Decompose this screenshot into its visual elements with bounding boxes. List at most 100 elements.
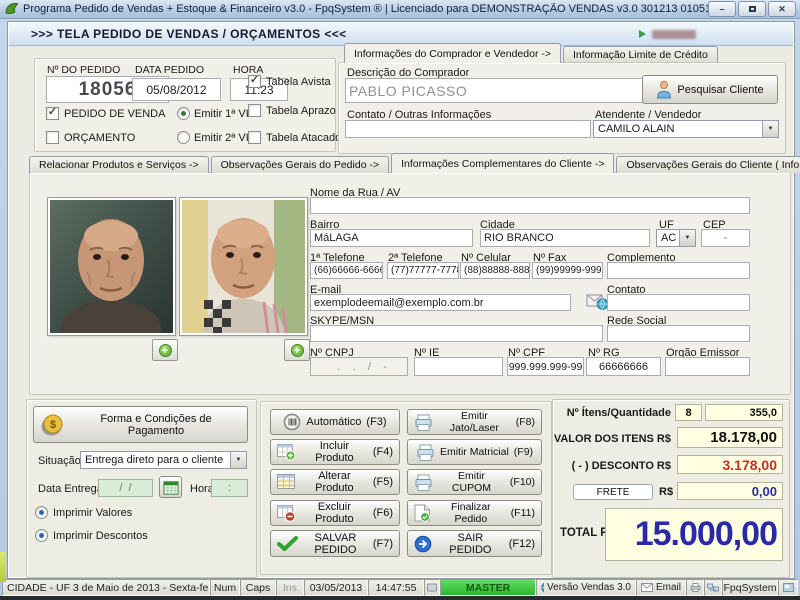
check-icon: ✓ — [249, 74, 260, 86]
title-bar: Programa Pedido de Vendas + Estoque & Fi… — [0, 0, 800, 19]
incluir-produto-button[interactable]: Incluir Produto (F4) — [270, 439, 400, 465]
add-photo-1-button[interactable]: + — [152, 339, 178, 361]
cidade-field[interactable]: RIO BRANCO — [480, 229, 650, 247]
send-email-icon[interactable] — [586, 291, 609, 314]
svg-text:$: $ — [50, 419, 56, 431]
status-location: CIDADE - UF 3 de Maio de 2013 - Sexta-fe… — [2, 579, 210, 596]
imprimir-valores-radio[interactable] — [35, 506, 48, 519]
order-date-field[interactable]: 05/08/2012 — [132, 78, 221, 101]
page-title: >>> TELA PEDIDO DE VENDAS / ORÇAMENTOS <… — [31, 27, 347, 41]
tabela-avista-checkbox[interactable]: ✓ — [248, 75, 261, 88]
status-user-badge: MASTER — [440, 579, 536, 596]
atendente-dropdown[interactable]: CAMILO ALAIN ▼ — [593, 120, 779, 138]
itens-qty-value: 355,0 — [705, 404, 783, 421]
client-photo-2[interactable] — [179, 197, 308, 336]
contato-outras-field[interactable] — [345, 120, 591, 138]
uf-dropdown[interactable]: AC ▼ — [656, 229, 696, 247]
emitir-1via-label: Emitir 1ª VIA — [194, 108, 257, 120]
rede-social-field[interactable] — [607, 325, 750, 342]
emitir-matricial-button[interactable]: Emitir Matricial (F9) — [407, 439, 542, 465]
tabela-aprazo-checkbox[interactable] — [248, 104, 261, 117]
ie-field[interactable] — [414, 357, 503, 376]
contato-field[interactable] — [607, 294, 750, 311]
emitir-jato-laser-button[interactable]: Emitir Jato/Laser (F8) — [407, 409, 542, 435]
order-number-label: Nº DO PEDIDO — [47, 64, 121, 76]
alterar-produto-label: Alterar Produto — [315, 470, 354, 494]
app-logo-icon — [4, 1, 19, 18]
itens-quantidade-label: Nº Ítens/Quantidade — [566, 407, 671, 419]
tab-observacoes-cliente[interactable]: Observações Gerais do Cliente ( Informaç… — [616, 156, 800, 173]
finalizar-pedido-key: (F11) — [510, 507, 535, 519]
document-check-icon — [414, 504, 431, 522]
telefone2-field[interactable]: (77)77777-7778 — [387, 262, 459, 279]
imprimir-descontos-radio[interactable] — [35, 529, 48, 542]
bairro-field[interactable]: MáLAGA — [310, 229, 473, 247]
tabela-atacado-checkbox[interactable] — [248, 131, 261, 144]
order-date-label: DATA PEDIDO — [135, 64, 205, 76]
status-app-icon — [778, 579, 798, 596]
orcamento-checkbox[interactable] — [46, 131, 59, 144]
tab-informacoes-comprador[interactable]: Informações do Comprador e Vendedor -> — [344, 43, 561, 63]
emitir-2via-label: Emitir 2ª VIA — [194, 132, 257, 144]
forma-pagamento-button[interactable]: $ Forma e Condições de Pagamento — [33, 406, 248, 443]
tab-observacoes-pedido[interactable]: Observações Gerais do Pedido -> — [210, 156, 390, 173]
rua-field[interactable] — [310, 197, 750, 214]
calendar-button[interactable] — [159, 476, 182, 498]
emitir-1via-radio[interactable] — [177, 107, 190, 120]
email-field[interactable]: exemplodeemail@exemplo.com.br — [310, 294, 571, 311]
minimize-button[interactable]: – — [708, 1, 736, 17]
cpf-field[interactable]: 999.999.999-99 — [507, 357, 584, 376]
status-network-icon[interactable] — [704, 579, 722, 596]
automatico-label: Automático — [306, 416, 362, 428]
finalizar-pedido-button[interactable]: Finalizar Pedido (F11) — [407, 500, 542, 526]
finalizar-pedido-label: Finalizar Pedido — [451, 501, 491, 525]
cnpj-field[interactable]: . . / - — [310, 357, 408, 376]
buyer-tabstrip: Informações do Comprador e Vendedor -> I… — [344, 43, 720, 63]
status-email[interactable]: Email — [636, 579, 686, 596]
excluir-produto-button[interactable]: Excluir Produto (F6) — [270, 500, 400, 526]
complemento-field[interactable] — [607, 262, 750, 279]
add-photo-2-button[interactable]: + — [284, 339, 310, 361]
alterar-produto-button[interactable]: Alterar Produto (F5) — [270, 469, 400, 495]
emitir-jato-laser-key: (F8) — [515, 416, 535, 428]
excluir-produto-label: Excluir Produto — [315, 501, 354, 525]
status-printer-icon[interactable] — [686, 579, 704, 596]
frete-currency-label: R$ — [659, 486, 674, 498]
telefone1-field[interactable]: (66)66666-6666 — [310, 262, 383, 279]
emitir-2via-radio[interactable] — [177, 131, 190, 144]
tab-relacionar-produtos[interactable]: Relacionar Produtos e Serviços -> — [29, 156, 209, 173]
status-time: 14:47:55 — [368, 579, 424, 596]
orgao-emissor-field[interactable] — [665, 357, 750, 376]
excluir-produto-key: (F6) — [372, 507, 393, 519]
tab-informacoes-complementares[interactable]: Informações Complementares do Cliente -> — [391, 153, 615, 173]
cep-field[interactable]: - — [701, 229, 750, 247]
sair-pedido-button[interactable]: SAIR PEDIDO (F12) — [407, 530, 542, 557]
payment-groupbox: $ Forma e Condições de Pagamento Situaçã… — [26, 399, 257, 578]
chevron-down-icon: ▼ — [230, 452, 246, 468]
automatico-button[interactable]: Automático (F3) — [270, 409, 400, 435]
pedido-venda-checkbox[interactable]: ✓ — [46, 107, 59, 120]
close-button[interactable]: ✕ — [768, 1, 796, 17]
frete-button[interactable]: FRETE — [573, 484, 653, 500]
celular-field[interactable]: (88)88888-8888 — [460, 262, 530, 279]
descricao-comprador-field[interactable]: PABLO PICASSO — [345, 78, 643, 103]
background-window-fragment — [0, 552, 6, 582]
client-photo-1[interactable] — [47, 197, 176, 336]
hora-entrega-field[interactable]: : — [211, 479, 248, 497]
emitir-cupom-button[interactable]: Emitir CUPOM (F10) — [407, 469, 542, 495]
fax-field[interactable]: (99)99999-9999 — [532, 262, 603, 279]
skype-field[interactable] — [310, 325, 603, 342]
maximize-button[interactable] — [738, 1, 766, 17]
situacao-dropdown[interactable]: Entrega direto para o cliente ▼ — [80, 451, 247, 469]
desconto-label: ( - ) DESCONTO R$ — [571, 460, 671, 472]
situacao-value: Entrega direto para o cliente — [85, 454, 224, 466]
rg-field[interactable]: 66666666 — [586, 357, 661, 376]
salvar-pedido-button[interactable]: SALVAR PEDIDO (F7) — [270, 530, 400, 557]
arrow-right-icon — [414, 535, 432, 553]
tab-limite-credito[interactable]: Informação Limite de Crédito — [563, 46, 718, 63]
pesquisar-cliente-button[interactable]: Pesquisar Cliente — [642, 75, 778, 104]
emitir-matricial-label: Emitir Matricial — [439, 446, 509, 458]
data-entrega-field[interactable]: / / — [98, 479, 153, 497]
valor-itens-label: VALOR DOS ITENS R$ — [553, 433, 671, 445]
status-bar: CIDADE - UF 3 de Maio de 2013 - Sexta-fe… — [2, 579, 798, 596]
